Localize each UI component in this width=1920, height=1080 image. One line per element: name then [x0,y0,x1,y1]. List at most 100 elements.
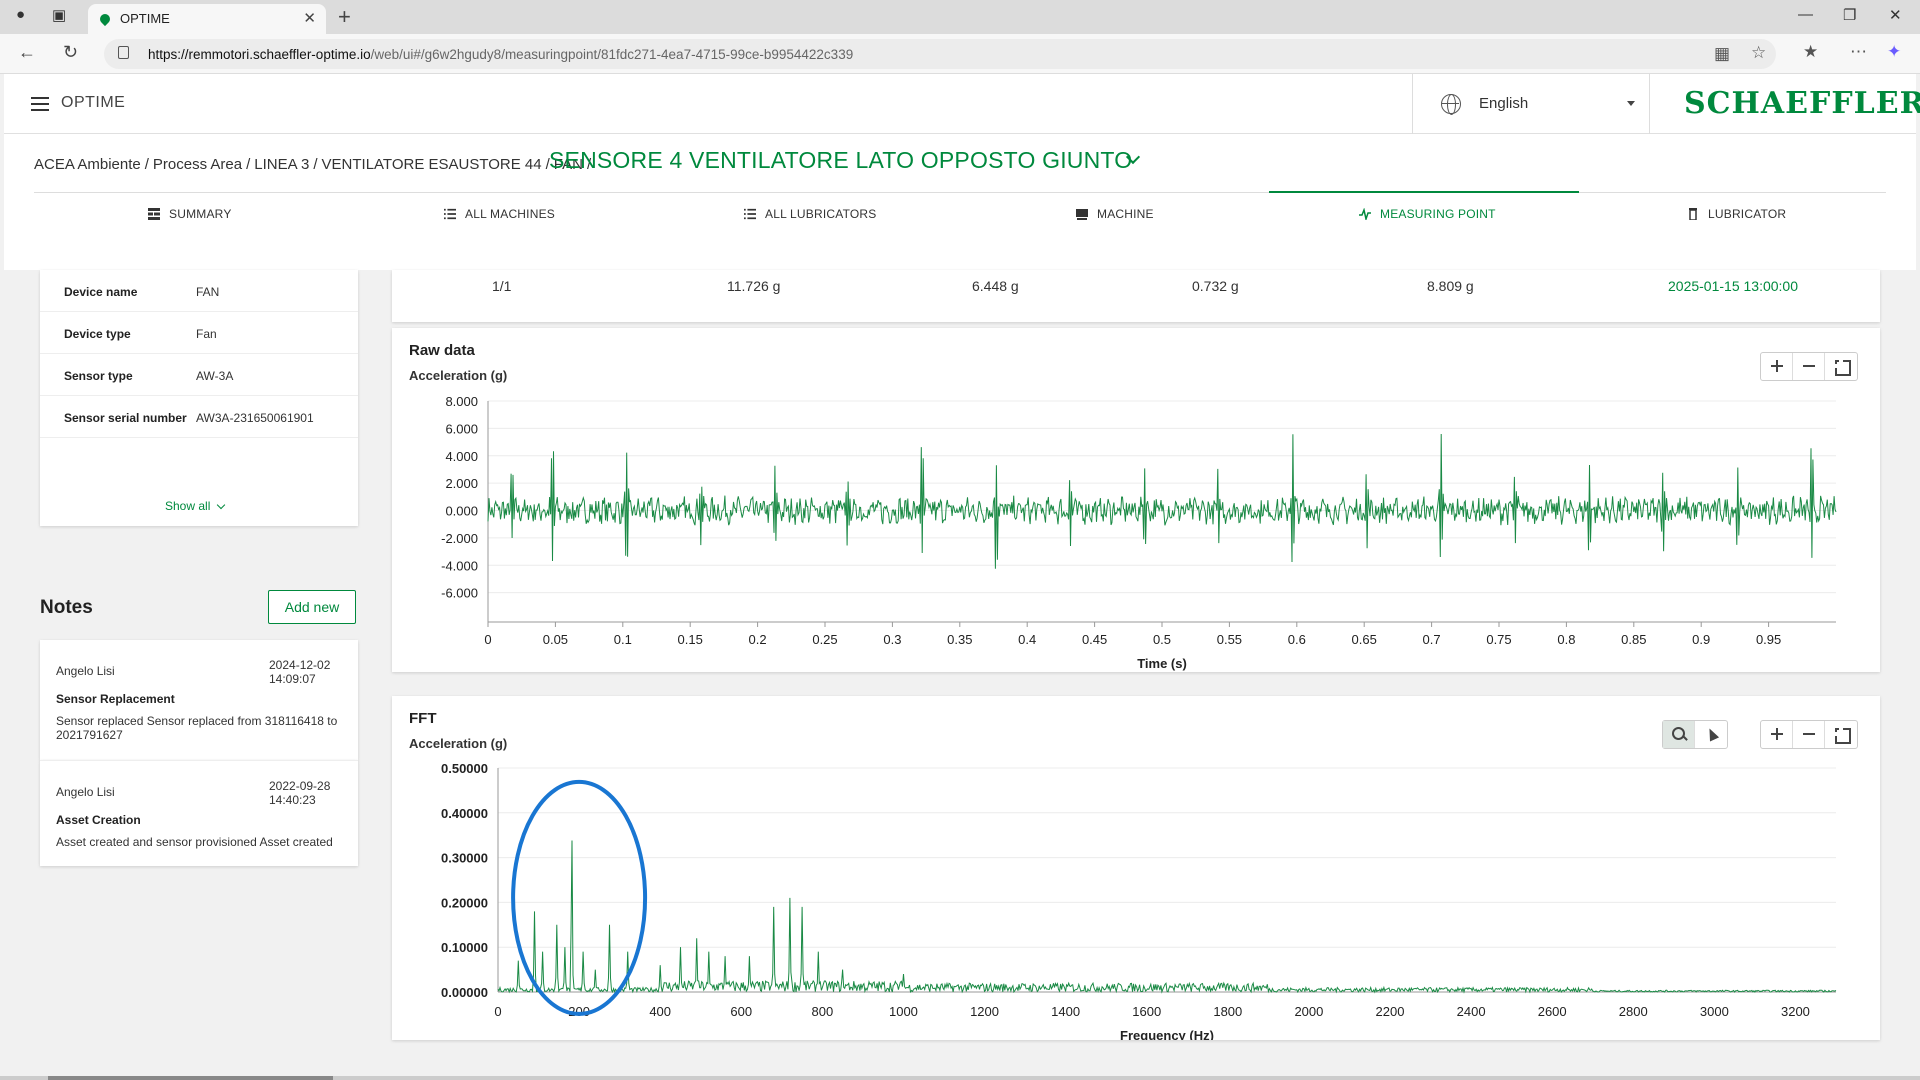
x-tick-label: 0.75 [1486,632,1511,647]
new-tab-icon[interactable]: + [338,4,351,30]
favorite-star-icon[interactable]: ☆ [1751,43,1766,63]
list-icon [444,208,456,220]
chevron-down-icon [217,500,226,509]
device-row: Sensor type AW-3A [40,354,358,396]
tab-label: MACHINE [1097,207,1154,221]
row-key: Device name [64,285,138,299]
close-window-icon[interactable]: ✕ [1889,6,1902,24]
caret-down-icon [1627,101,1635,106]
fft-chart-card: FFT Acceleration (g) 0.50000 0.40000 0.300… [392,696,1880,1040]
reload-icon[interactable]: ↻ [63,42,78,63]
breadcrumb-item[interactable]: Process Area [153,156,242,173]
tab-label: LUBRICATOR [1708,207,1787,221]
device-row: Device name FAN [40,270,358,312]
x-tick-label: 0.05 [543,632,568,647]
tab-lubricator[interactable]: LUBRICATOR [1687,207,1786,221]
tab-actions-icon[interactable]: ▣ [52,6,66,24]
browser-toolbar: ← ↻ https://remmotori.schaeffler-optime.… [0,34,1920,74]
app-header: OPTIME English SCHAEFFLER [4,74,1920,134]
globe-icon [1441,94,1461,115]
breadcrumb-item[interactable]: VENTILATORE ESAUSTORE 44 [322,156,542,173]
tab-label: SUMMARY [169,207,232,221]
tab-label: MEASURING POINT [1380,207,1496,221]
tab-summary[interactable]: SUMMARY [148,207,232,221]
device-row: Device type Fan [40,312,358,354]
row-value: AW-3A [196,369,234,383]
annotation-circle [511,779,648,1016]
language-value: English [1479,95,1529,112]
x-tick-label: 0.65 [1352,632,1377,647]
x-tick-label: 2200 [1376,1004,1405,1019]
minimize-icon[interactable]: — [1798,6,1813,23]
machine-icon [1076,209,1088,220]
language-select[interactable]: English [1412,74,1650,134]
breadcrumb-item[interactable]: LINEA 3 [254,156,309,173]
note-date: 2024-12-02 14:09:07 [269,658,331,686]
lock-icon[interactable] [118,46,129,59]
list-icon [744,208,756,220]
browser-tab-strip: ● ▣ OPTIME ✕ + — ❐ ✕ [0,0,1920,34]
x-tick-label: 1000 [889,1004,918,1019]
note-date: 2022-09-28 14:40:23 [269,779,331,807]
cell-value: 11.726 g [727,278,781,294]
x-tick-label: 0 [484,632,491,647]
app-install-icon[interactable]: ▦ [1714,44,1730,64]
address-bar[interactable]: https://remmotori.schaeffler-optime.io/w… [104,39,1776,69]
scrollbar-thumb[interactable] [48,1076,333,1080]
note-author: Angelo Lisi [56,785,115,799]
row-key: Sensor type [64,369,133,383]
y-tick-label: 0.40000 [441,806,488,821]
profile-icon[interactable]: ● [16,6,25,23]
note-card: Angelo Lisi 2024-12-02 14:09:07 Sensor Re… [40,640,358,760]
y-tick-label: 0.000 [445,504,478,519]
menu-icon[interactable] [31,97,49,111]
schaeffler-logo: SCHAEFFLER [1684,86,1920,121]
row-value: FAN [196,285,220,299]
timestamp-link[interactable]: 2025-01-15 13:00:00 [1668,278,1798,294]
x-tick-label: 800 [812,1004,834,1019]
note-title: Asset Creation [56,813,141,827]
y-tick-label: 8.000 [445,394,478,409]
app: OPTIME English SCHAEFFLER ACEA Ambiente /… [4,74,1920,1080]
dashboard-icon [148,208,160,220]
device-info-card: Device name FAN Device type Fan Sensor typ… [40,270,358,526]
x-tick-label: 600 [730,1004,752,1019]
restore-icon[interactable]: ❐ [1843,6,1856,24]
x-tick-label: 1600 [1132,1004,1161,1019]
x-tick-label: 0.55 [1217,632,1242,647]
x-tick-label: 0.6 [1288,632,1306,647]
note-body: Sensor replaced Sensor replaced from 318… [56,714,338,742]
tab-machine[interactable]: MACHINE [1076,207,1154,221]
cell-value: 6.448 g [972,278,1019,294]
note-card: Angelo Lisi 2022-09-28 14:40:23 Asset Cre… [40,760,358,866]
y-tick-label: 0.30000 [441,851,488,866]
favorites-icon[interactable]: ★ [1803,42,1818,62]
browser-tab[interactable]: OPTIME ✕ [88,4,326,34]
fft-chart[interactable]: 0.50000 0.40000 0.30000 0.20000 0.10000 0.000… [392,696,1880,1040]
breadcrumb-item[interactable]: ACEA Ambiente [34,156,141,173]
tab-all-lubricators[interactable]: ALL LUBRICATORS [744,207,876,221]
x-tick-label: 0.4 [1018,632,1036,647]
notes-heading: Notes [40,597,93,618]
tab-all-machines[interactable]: ALL MACHINES [444,207,555,221]
copilot-icon[interactable]: ✦ [1887,42,1901,62]
breadcrumb: ACEA Ambiente / Process Area / LINEA 3/VENTI… [34,156,592,173]
x-tick-label: 1800 [1213,1004,1242,1019]
close-tab-icon[interactable]: ✕ [303,9,316,27]
horizontal-scrollbar[interactable] [0,1076,1920,1080]
tab-measuring-point[interactable]: MEASURING POINT [1359,207,1496,221]
x-tick-label: 0.2 [749,632,767,647]
raw-data-chart[interactable]: 8.000 6.000 4.000 2.000 0.000 -2.000 -4.000 -6.… [392,328,1880,672]
back-icon[interactable]: ← [18,42,36,63]
more-icon[interactable]: ⋯ [1850,42,1867,62]
measurement-table: 1/1 11.726 g 6.448 g 0.732 g 8.809 g 202… [392,270,1880,322]
add-note-button[interactable]: Add new [268,590,356,624]
breadcrumb-bar: ACEA Ambiente / Process Area / LINEA 3/VENTI… [4,134,1916,270]
y-tick-label: 0.50000 [441,761,488,776]
y-tick-label: -4.000 [441,558,478,573]
x-tick-label: 3000 [1700,1004,1729,1019]
show-all-link[interactable]: Show all [165,499,226,513]
x-tick-label: 2800 [1619,1004,1648,1019]
x-tick-label: 3200 [1781,1004,1810,1019]
y-tick-label: 0.20000 [441,895,488,910]
